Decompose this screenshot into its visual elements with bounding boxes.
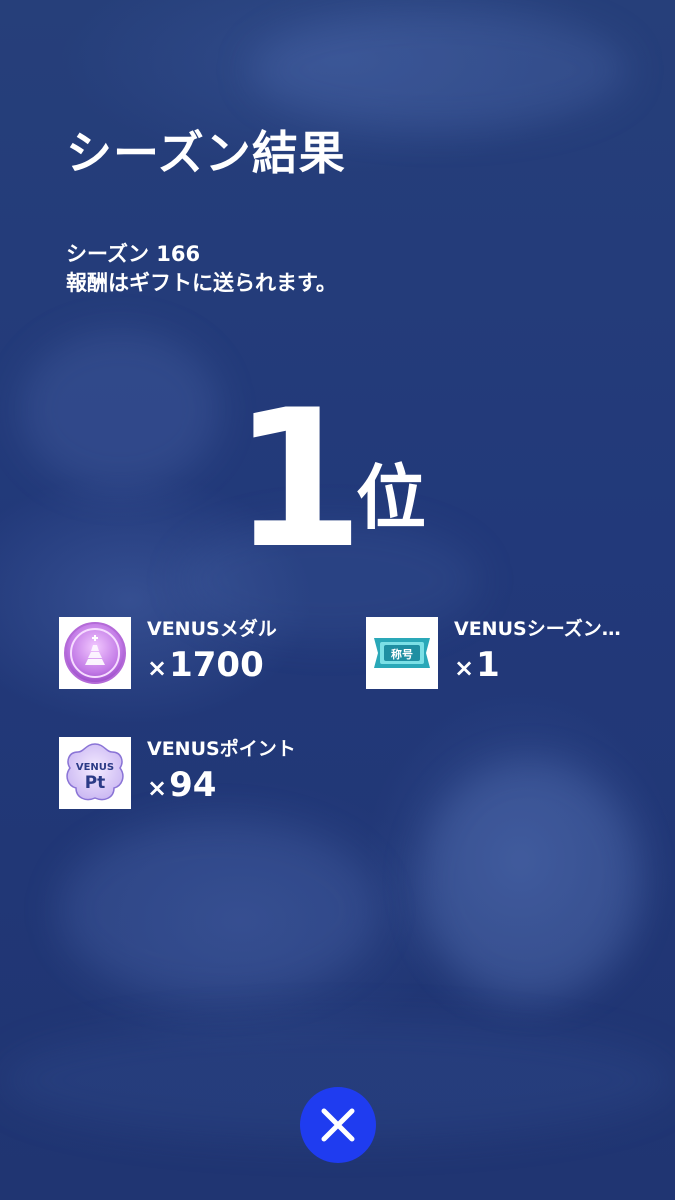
title-ticket-icon: 称号: [366, 617, 438, 689]
svg-text:VENUS: VENUS: [76, 762, 114, 773]
reward-quantity: ×1700: [147, 645, 264, 685]
reward-item: VENUSメダル ×1700: [59, 617, 359, 692]
rank-suffix: 位: [356, 457, 426, 539]
close-icon: [321, 1108, 355, 1142]
reward-notice-text: 報酬はギフトに送られます。: [66, 271, 337, 295]
reward-quantity: ×94: [147, 765, 217, 805]
venus-medal-icon: [59, 617, 131, 689]
reward-name: VENUSメダル: [147, 618, 277, 640]
svg-text:Pt: Pt: [85, 773, 106, 793]
page-title: シーズン結果: [66, 126, 346, 180]
season-number-text: シーズン 166: [66, 242, 201, 266]
rank-display: 1 位: [0, 369, 675, 590]
close-button[interactable]: [300, 1087, 376, 1163]
reward-quantity: ×1: [454, 645, 500, 685]
svg-text:称号: 称号: [391, 647, 413, 661]
reward-name: VENUSポイント: [147, 738, 296, 760]
reward-name: VENUSシーズン…: [454, 618, 621, 640]
rank-number: 1: [232, 369, 365, 590]
season-info: シーズン 166 報酬はギフトに送られます。: [66, 240, 337, 298]
venus-point-icon: VENUS Pt: [59, 737, 131, 809]
reward-item: 称号 VENUSシーズン… ×1: [366, 617, 666, 692]
reward-item: VENUS Pt VENUSポイント ×94: [59, 737, 359, 812]
